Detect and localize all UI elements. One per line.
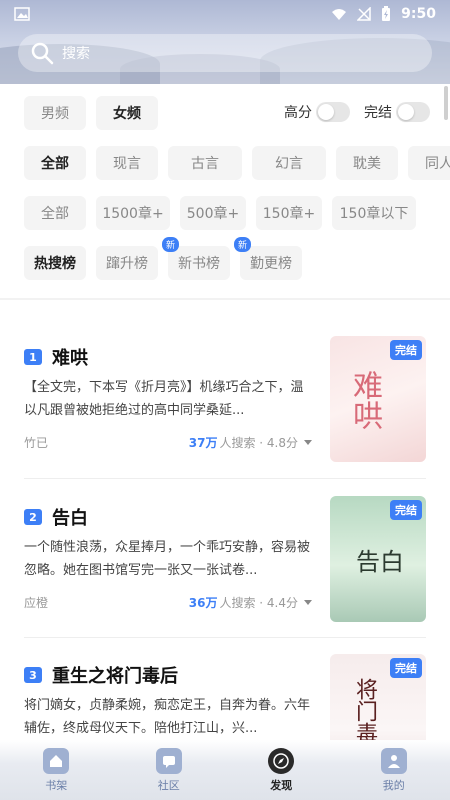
nav-profile[interactable]: 我的 — [338, 740, 450, 800]
completed-badge: 完结 — [390, 500, 422, 520]
book-title[interactable]: 告白 — [52, 504, 88, 530]
divider — [0, 298, 450, 300]
separator — [24, 637, 426, 638]
nav-bookshelf[interactable]: 书架 — [0, 740, 113, 800]
chip-genre-danmei[interactable]: 耽美 — [336, 146, 398, 180]
status-time: 9:50 — [401, 6, 436, 22]
toggle-completed-label: 完结 — [364, 105, 392, 121]
toggle-high-score[interactable]: 高分 — [284, 102, 350, 122]
book-title[interactable]: 难哄 — [52, 344, 88, 370]
book-cover[interactable]: 将门毒后 完结 — [330, 654, 426, 740]
search-label: 人搜索 · 4.4分 — [219, 596, 298, 610]
book-description: 将门嫡女，贞静柔婉，痴恋定王，自奔为眷。六年辅佐，终成母仪天下。陪他打江山，兴.… — [24, 698, 311, 736]
separator — [24, 478, 426, 479]
search-count: 37万 — [188, 436, 218, 450]
search-count: 36万 — [188, 596, 218, 610]
chip-hot-search[interactable]: 热搜榜 — [24, 246, 86, 280]
search-stats: 36万 人搜索 · 4.4分 — [189, 594, 312, 611]
cover-title: 难哄 — [347, 370, 382, 430]
rank-badge: 1 — [24, 349, 42, 365]
book-title[interactable]: 重生之将门毒后 — [52, 662, 178, 688]
nav-label: 书架 — [45, 778, 68, 792]
user-icon — [380, 747, 407, 774]
search-placeholder: 搜索 — [62, 46, 90, 62]
book-description: 一个随性浪荡，众星捧月，一个乖巧安静，容易被忽略。她在图书馆写完一张又一张试卷.… — [24, 540, 311, 578]
chip-new-books[interactable]: 新 新书榜 — [162, 237, 230, 280]
scrollbar[interactable] — [444, 86, 448, 120]
gender-row: 男频 女频 — [24, 96, 168, 130]
home-icon — [43, 747, 70, 774]
completed-badge: 完结 — [390, 340, 422, 360]
book-author[interactable]: 竹已 — [24, 434, 48, 451]
compass-icon — [268, 747, 295, 774]
high-score-switch[interactable] — [316, 102, 350, 122]
chip-length-500[interactable]: 500章+ — [180, 196, 246, 230]
rank-badge: 2 — [24, 509, 42, 525]
dropdown-arrow-icon[interactable] — [304, 440, 312, 445]
ranking-row: 热搜榜 蹿升榜 新 新书榜 新 勤更榜 — [24, 237, 312, 280]
bottom-nav: 书架 社区 发现 我的 — [0, 740, 450, 800]
wifi-icon — [332, 9, 347, 20]
new-badge: 新 — [234, 237, 252, 252]
chip-length-1500[interactable]: 1500章+ — [96, 196, 170, 230]
chat-icon — [155, 747, 182, 774]
book-description: 【全文完，下本写《折月亮》】机缘巧合之下，温以凡跟曾被她拒绝过的高中同学桑延..… — [24, 380, 304, 418]
nav-discover[interactable]: 发现 — [225, 740, 338, 800]
no-signal-icon — [357, 7, 371, 21]
length-row: 全部 1500章+ 500章+ 150章+ 150章以下 — [24, 196, 426, 230]
chip-genre-modern[interactable]: 现言 — [96, 146, 158, 180]
gallery-icon — [14, 7, 30, 21]
nav-label: 社区 — [157, 778, 180, 792]
search-icon — [31, 42, 54, 65]
chip-rising[interactable]: 蹿升榜 — [96, 246, 158, 280]
nav-label: 我的 — [382, 778, 405, 792]
book-cover[interactable]: 难哄 完结 — [330, 336, 426, 462]
nav-label: 发现 — [270, 778, 293, 792]
nav-community[interactable]: 社区 — [113, 740, 226, 800]
search-label: 人搜索 · 4.8分 — [219, 436, 298, 450]
chip-genre-all[interactable]: 全部 — [24, 146, 86, 180]
chip-diligent[interactable]: 新 勤更榜 — [234, 237, 302, 280]
switch-knob — [318, 104, 334, 120]
new-badge: 新 — [162, 237, 180, 252]
toggle-completed[interactable]: 完结 — [364, 102, 430, 122]
book-cover[interactable]: 告白 完结 — [330, 496, 426, 622]
battery-icon — [382, 6, 391, 21]
chip-female[interactable]: 女频 — [96, 96, 158, 130]
header: 9:50 搜索 — [0, 0, 450, 84]
chip-length-150[interactable]: 150章+ — [256, 196, 322, 230]
chip-male[interactable]: 男频 — [24, 96, 86, 130]
search-stats: 37万 人搜索 · 4.8分 — [189, 434, 312, 451]
chip-label: 热搜榜 — [34, 256, 76, 272]
chip-length-under-150[interactable]: 150章以下 — [332, 196, 416, 230]
chip-genre-fantasy[interactable]: 幻言 — [252, 146, 326, 180]
toggle-high-score-label: 高分 — [284, 105, 312, 121]
chip-genre-ancient[interactable]: 古言 — [168, 146, 242, 180]
chip-length-all[interactable]: 全部 — [24, 196, 86, 230]
search-bar[interactable]: 搜索 — [18, 34, 432, 72]
chip-label: 蹿升榜 — [106, 256, 148, 272]
chip-label: 勤更榜 — [250, 256, 292, 272]
chip-genre-fanfic[interactable]: 同人 — [408, 146, 450, 180]
genre-row: 全部 现言 古言 幻言 耽美 同人 — [24, 146, 450, 180]
filter-panel: 男频 女频 高分 完结 全部 现言 古言 幻言 耽美 同人 全部 1500章+ … — [0, 84, 450, 300]
rank-badge: 3 — [24, 667, 42, 683]
switch-knob — [398, 104, 414, 120]
dropdown-arrow-icon[interactable] — [304, 600, 312, 605]
completed-badge: 完结 — [390, 658, 422, 678]
book-item-3[interactable]: 3 重生之将门毒后 将门嫡女，贞静柔婉，痴恋定王，自奔为眷。六年辅佐，终成母仪天… — [24, 654, 426, 740]
book-item-1[interactable]: 1 难哄 【全文完，下本写《折月亮》】机缘巧合之下，温以凡跟曾被她拒绝过的高中同… — [24, 336, 426, 476]
completed-switch[interactable] — [396, 102, 430, 122]
cover-title: 告白 — [356, 548, 404, 576]
chip-label: 新书榜 — [178, 256, 220, 272]
cover-title: 将门毒后 — [352, 678, 377, 740]
status-bar: 9:50 — [0, 0, 450, 28]
book-item-2[interactable]: 2 告白 一个随性浪荡，众星捧月，一个乖巧安静，容易被忽略。她在图书馆写完一张又… — [24, 496, 426, 636]
book-author[interactable]: 应橙 — [24, 594, 48, 611]
